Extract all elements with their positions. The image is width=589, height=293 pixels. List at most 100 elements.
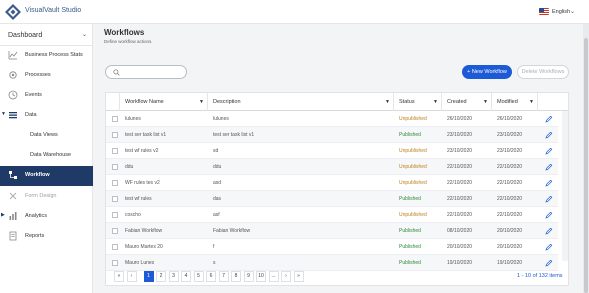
page-button[interactable]: 9 (243, 271, 254, 282)
gear-icon (9, 71, 17, 79)
description-cell: f (213, 244, 215, 250)
delete-workflows-button[interactable]: Delete Workflows (517, 65, 569, 79)
table-row[interactable]: lulunes lulunes Unpublished 26/10/2020 26/10… (106, 111, 558, 127)
workflow-name-cell: ddu (125, 164, 134, 170)
page-button[interactable]: 3 (168, 271, 179, 282)
table-scrollbar[interactable] (562, 111, 568, 261)
modified-cell: 22/10/2020 (497, 196, 523, 202)
row-checkbox[interactable] (112, 116, 118, 122)
row-checkbox[interactable] (112, 244, 118, 250)
table-row[interactable]: Fabian Workflow Fabian Workflow Published 0… (106, 223, 558, 239)
column-header-workflow-name[interactable]: Workflow Name ▼ (120, 93, 208, 111)
page-button[interactable]: 7 (218, 271, 229, 282)
table-row[interactable]: WF rules tes v2 asd Unpublished 22/10/2020 2… (106, 175, 558, 191)
edit-pencil-icon[interactable] (545, 211, 553, 219)
sidebar-item-processes[interactable]: Processes (0, 66, 93, 84)
column-header-created[interactable]: Created ▼ (442, 93, 492, 111)
clock-icon (8, 90, 18, 100)
edit-pencil-icon[interactable] (545, 147, 553, 155)
new-workflow-button[interactable]: + New Workflow (462, 65, 512, 79)
data-icon (9, 112, 17, 119)
edit-pencil-icon[interactable] (545, 259, 553, 267)
sidebar-item-form-design[interactable]: Form Design (0, 187, 93, 205)
sidebar-item-data[interactable]: ▼ Data (0, 106, 93, 124)
column-header-description[interactable]: Description ▼ (208, 93, 394, 111)
page-button[interactable]: 8 (231, 271, 241, 282)
created-cell: 23/10/2020 (447, 148, 473, 154)
edit-pencil-icon[interactable] (545, 195, 553, 203)
row-checkbox[interactable] (112, 164, 118, 170)
sort-arrow-icon[interactable]: ▼ (483, 93, 488, 111)
sidebar-item-events[interactable]: Events (0, 86, 93, 104)
table-body: lulunes lulunes Unpublished 26/10/2020 26/10… (106, 111, 558, 271)
table-row[interactable]: coscho asf Unpublished 22/10/2020 22/10/2020 (106, 207, 558, 223)
edit-pencil-icon[interactable] (545, 115, 553, 123)
previous-page-button[interactable]: ‹ (126, 271, 137, 282)
last-page-button[interactable]: » (293, 271, 304, 282)
sort-arrow-icon[interactable]: ▼ (529, 93, 534, 111)
description-cell: test ser task list v1 (213, 132, 255, 138)
chevron-down-icon[interactable]: ⌄ (570, 8, 575, 15)
workflow-name-cell: Mauro Lunes (125, 260, 155, 266)
caret-right-icon[interactable]: ▶ (1, 212, 5, 218)
page-button[interactable]: 10 (256, 271, 266, 282)
table-row[interactable]: Mauro Lunes s Published 19/10/2020 19/10/202… (106, 255, 558, 271)
edit-pencil-icon[interactable] (545, 163, 553, 171)
column-header-status[interactable]: Status ▼ (394, 93, 442, 111)
row-checkbox[interactable] (112, 148, 118, 154)
workflow-name-cell: WF rules tes v2 (125, 180, 160, 186)
sidebar-item-label: Analytics (25, 213, 48, 219)
search-input[interactable] (105, 65, 187, 79)
row-checkbox[interactable] (112, 260, 118, 266)
sidebar-item-label: Events (25, 92, 42, 98)
edit-pencil-icon[interactable] (545, 131, 553, 139)
edit-pencil-icon[interactable] (545, 179, 553, 187)
page-scrollbar[interactable] (583, 24, 589, 293)
status-cell: Unpublished (399, 148, 427, 154)
scrollbar-thumb[interactable] (584, 38, 588, 293)
status-cell: Unpublished (399, 164, 427, 170)
column-header-modified[interactable]: Modified ▼ (492, 93, 538, 111)
sidebar-item-label: Processes (25, 72, 51, 78)
modified-cell: 22/10/2020 (497, 164, 523, 170)
table-row[interactable]: test ser task list v1 test ser task list … (106, 127, 558, 143)
row-checkbox[interactable] (112, 228, 118, 234)
row-checkbox[interactable] (112, 196, 118, 202)
next-page-button[interactable]: › (281, 271, 291, 282)
caret-down-icon[interactable]: ▼ (1, 111, 6, 117)
dashboard-selector[interactable]: Dashboard ⌄ (0, 24, 93, 46)
row-checkbox[interactable] (112, 180, 118, 186)
table-row[interactable]: Mauro Martes 20 f Published 20/10/2020 20/10… (106, 239, 558, 255)
page-button[interactable]: 6 (206, 271, 216, 282)
description-cell: asf (213, 212, 220, 218)
page-button[interactable]: 1 (143, 271, 154, 282)
created-cell: 20/10/2020 (447, 244, 473, 250)
sidebar-item-workflow[interactable]: Workflow (0, 166, 93, 186)
chevron-down-icon[interactable]: ⌄ (82, 31, 87, 38)
sidebar-item-data-warehouse[interactable]: Data Warehouse (0, 146, 93, 164)
edit-pencil-icon[interactable] (545, 243, 553, 251)
page-button[interactable]: 5 (193, 271, 204, 282)
sort-arrow-icon[interactable]: ▼ (199, 93, 204, 111)
created-cell: 26/10/2020 (447, 116, 473, 122)
sidebar-item-business-process-stats[interactable]: Business Process Stats (0, 46, 93, 64)
table-header: Workflow Name ▼ Description ▼ Status ▼ C… (106, 93, 568, 111)
table-row[interactable]: test wf rules das Published 22/10/2020 22/10… (106, 191, 558, 207)
table-row[interactable]: ddu ddu Unpublished 22/10/2020 22/10/2020 (106, 159, 558, 175)
sort-arrow-icon[interactable]: ▼ (385, 93, 390, 111)
sidebar-item-reports[interactable]: Reports (0, 227, 93, 245)
sidebar-item-analytics[interactable]: ▶ Analytics (0, 207, 93, 225)
edit-pencil-icon[interactable] (545, 227, 553, 235)
language-selector[interactable]: English (552, 9, 570, 15)
row-checkbox[interactable] (112, 212, 118, 218)
description-cell: ddu (213, 164, 222, 170)
more-pages-button[interactable]: ... (268, 271, 279, 282)
row-checkbox[interactable] (112, 132, 118, 138)
page-button[interactable]: 4 (181, 271, 191, 282)
workflow-name-cell: lulunes (125, 116, 141, 122)
page-button[interactable]: 2 (156, 271, 166, 282)
table-row[interactable]: test wf rules v2 sd Unpublished 23/10/2020 2… (106, 143, 558, 159)
first-page-button[interactable]: « (114, 271, 124, 282)
sidebar-item-data-views[interactable]: Data Views (0, 126, 93, 144)
sort-arrow-icon[interactable]: ▼ (433, 93, 438, 111)
